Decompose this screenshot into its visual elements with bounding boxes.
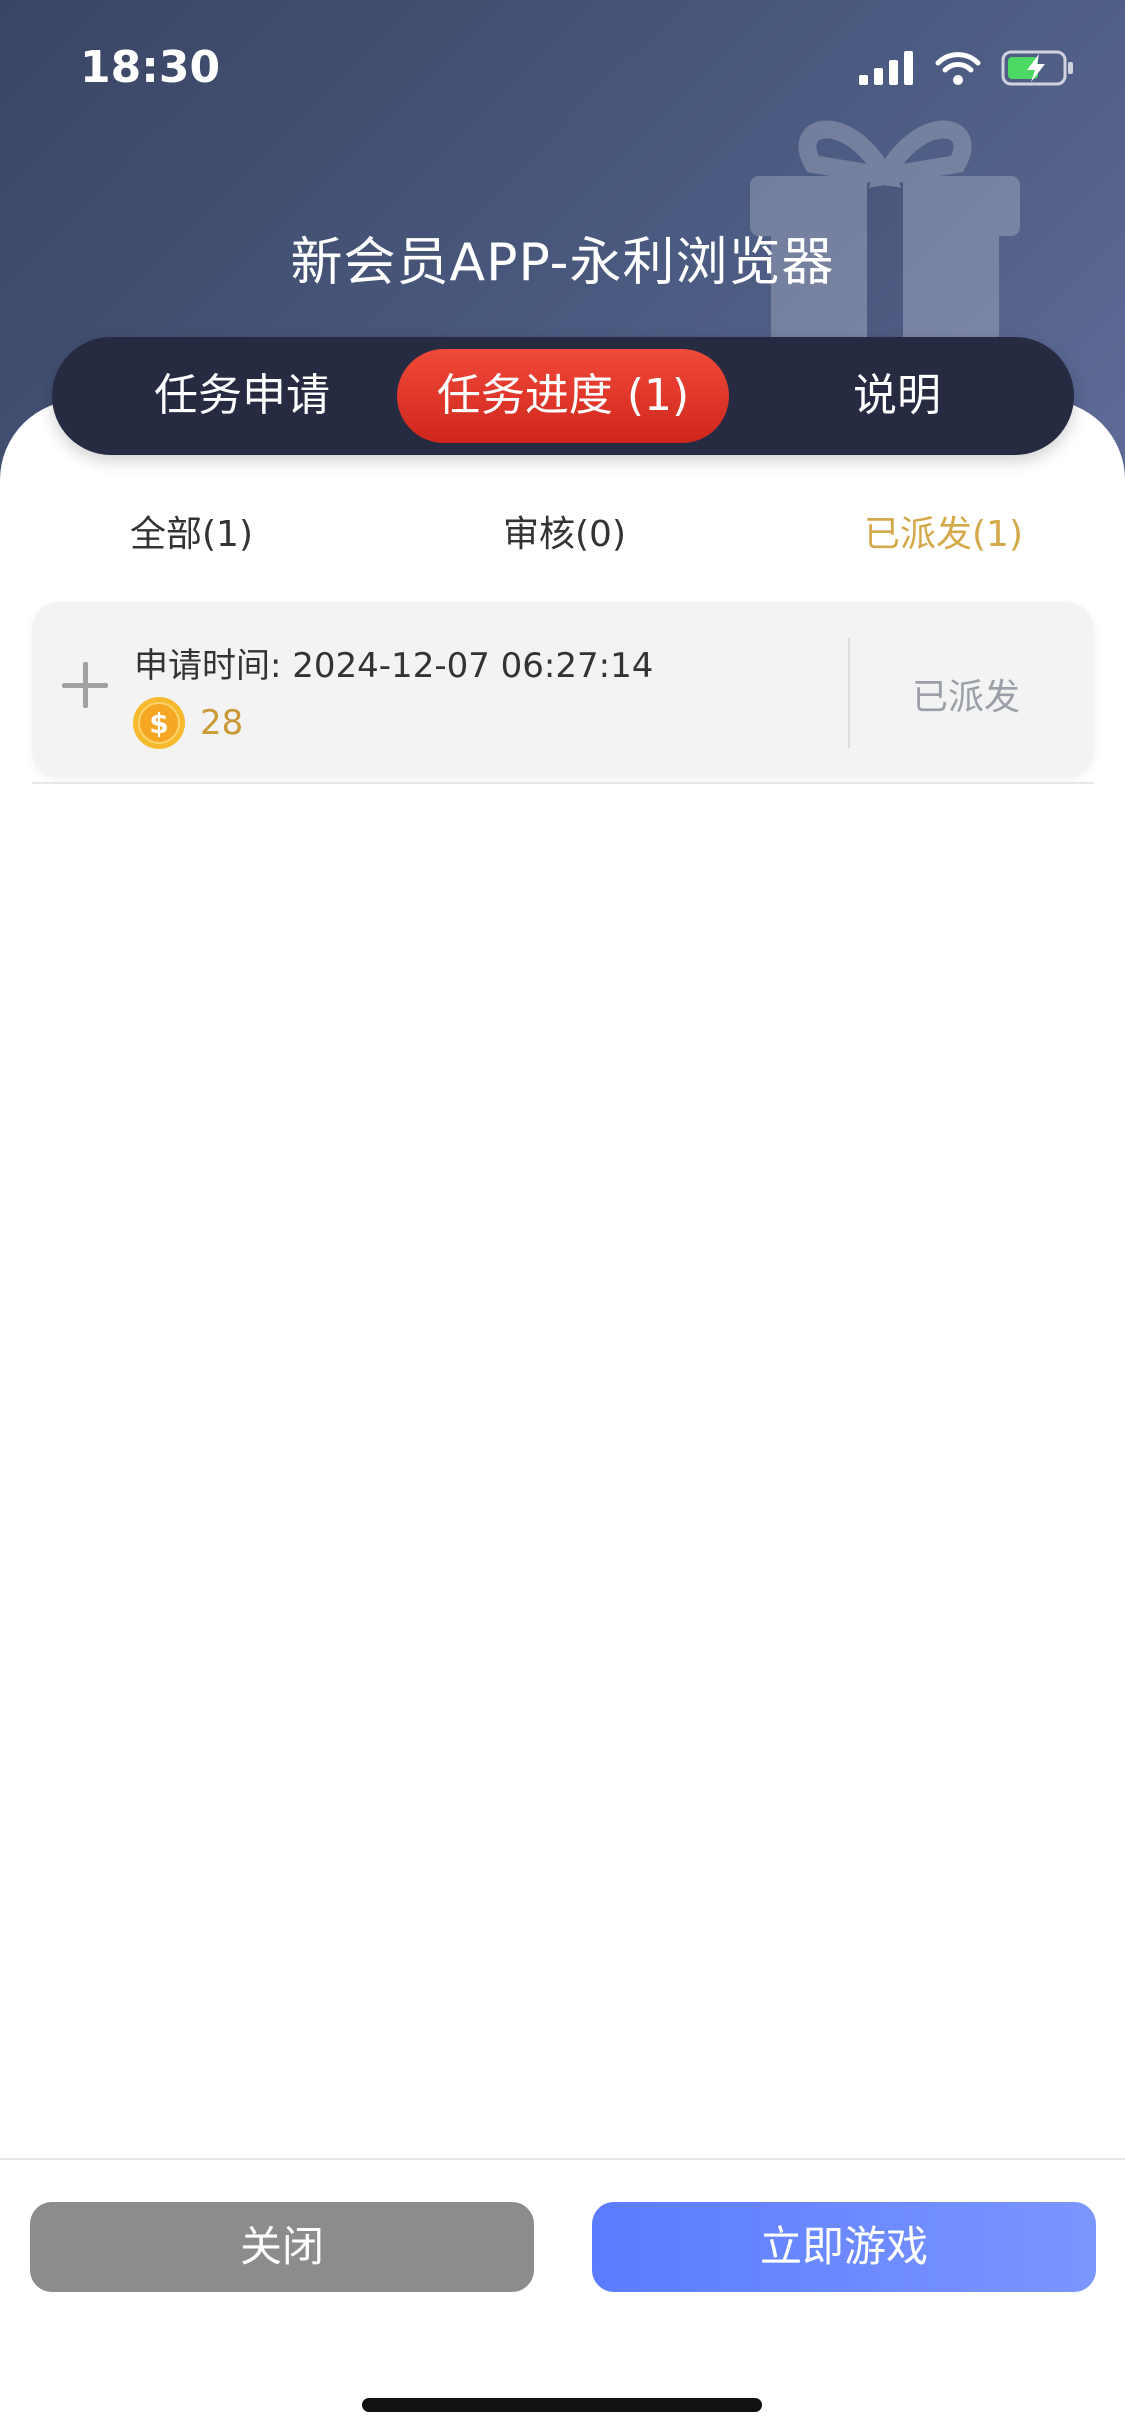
svg-text:$: $ bbox=[149, 707, 168, 740]
battery-charging-icon bbox=[1001, 50, 1073, 86]
status-bar: 18:30 bbox=[0, 0, 1125, 140]
home-indicator bbox=[362, 2398, 762, 2412]
filter-dispatched[interactable]: 已派发(1) bbox=[864, 505, 1023, 557]
record-card[interactable]: 申请时间: 2024-12-07 06:27:14 $ 28 已派发 bbox=[32, 602, 1094, 778]
status-icons bbox=[859, 48, 1075, 88]
card-bottom-divider bbox=[32, 782, 1094, 784]
status-filter-tabs: 全部(1) 审核(0) 已派发(1) bbox=[0, 505, 1125, 565]
gold-coin-icon: $ bbox=[133, 697, 185, 749]
page-title: 新会员APP-永利浏览器 bbox=[290, 233, 835, 293]
play-now-button[interactable]: 立即游戏 bbox=[592, 2202, 1096, 2292]
footer-divider bbox=[0, 2158, 1125, 2160]
expand-plus-icon[interactable] bbox=[62, 662, 108, 708]
wifi-icon bbox=[935, 52, 981, 85]
record-reward: $ 28 bbox=[132, 694, 243, 752]
filter-all[interactable]: 全部(1) bbox=[130, 505, 253, 557]
tab-task-progress[interactable]: 任务进度 (1) bbox=[397, 349, 729, 443]
card-divider bbox=[848, 638, 850, 748]
status-time: 18:30 bbox=[80, 42, 221, 93]
close-button[interactable]: 关闭 bbox=[30, 2202, 534, 2292]
record-status: 已派发 bbox=[912, 677, 1021, 718]
tab-instructions[interactable]: 说明 bbox=[752, 349, 1042, 443]
main-tab-bar: 任务申请 任务进度 (1) 说明 bbox=[52, 337, 1074, 455]
record-apply-time: 申请时间: 2024-12-07 06:27:14 bbox=[134, 646, 654, 686]
filter-review[interactable]: 审核(0) bbox=[503, 505, 626, 557]
cellular-signal-icon bbox=[859, 51, 913, 85]
tab-task-apply[interactable]: 任务申请 bbox=[92, 349, 392, 443]
reward-amount: 28 bbox=[200, 703, 244, 743]
